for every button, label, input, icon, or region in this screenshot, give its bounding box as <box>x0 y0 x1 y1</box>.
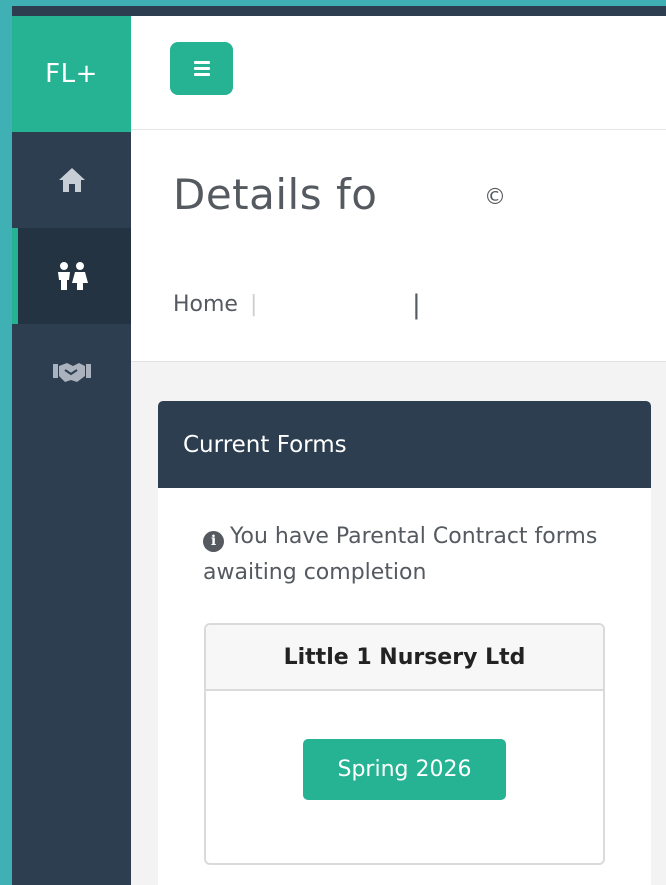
breadcrumb: Home | | <box>173 290 421 320</box>
breadcrumb-separator-2: | <box>412 290 421 320</box>
main-area: Details fo © Home | | Current Forms i You… <box>131 16 666 885</box>
title-mark: © <box>484 185 506 210</box>
children-icon <box>55 261 89 291</box>
breadcrumb-separator: | <box>249 292 258 317</box>
frame-left <box>0 0 12 885</box>
panel-title: Current Forms <box>183 431 347 458</box>
topbar <box>131 16 666 130</box>
page-header: Details fo © Home | | <box>131 130 666 362</box>
brand-label: FL+ <box>45 59 98 89</box>
menu-icon <box>193 58 210 79</box>
sidebar-item-children[interactable] <box>12 228 131 324</box>
current-forms-panel: Current Forms i You have Parental Contrac… <box>158 401 651 885</box>
panel-header: Current Forms <box>158 401 651 488</box>
spring-form-button[interactable]: Spring 2026 <box>303 739 506 800</box>
home-icon <box>57 166 87 194</box>
provider-name: Little 1 Nursery Ltd <box>206 625 603 691</box>
sidebar-item-partners[interactable] <box>12 324 131 420</box>
menu-toggle-button[interactable] <box>170 42 233 95</box>
brand-logo[interactable]: FL+ <box>12 16 131 132</box>
sidebar: FL+ <box>12 16 131 885</box>
page-title: Details fo <box>173 170 378 219</box>
forms-notice: i You have Parental Contract forms awaiti… <box>203 519 613 591</box>
frame-topbar <box>12 6 666 16</box>
sidebar-item-home[interactable] <box>12 132 131 228</box>
provider-card: Little 1 Nursery Ltd Spring 2026 <box>204 623 605 865</box>
handshake-icon <box>52 360 91 384</box>
breadcrumb-home-link[interactable]: Home <box>173 292 238 317</box>
info-icon: i <box>203 531 224 552</box>
notice-text: You have Parental Contract forms awaitin… <box>203 524 598 585</box>
active-indicator <box>12 228 18 324</box>
